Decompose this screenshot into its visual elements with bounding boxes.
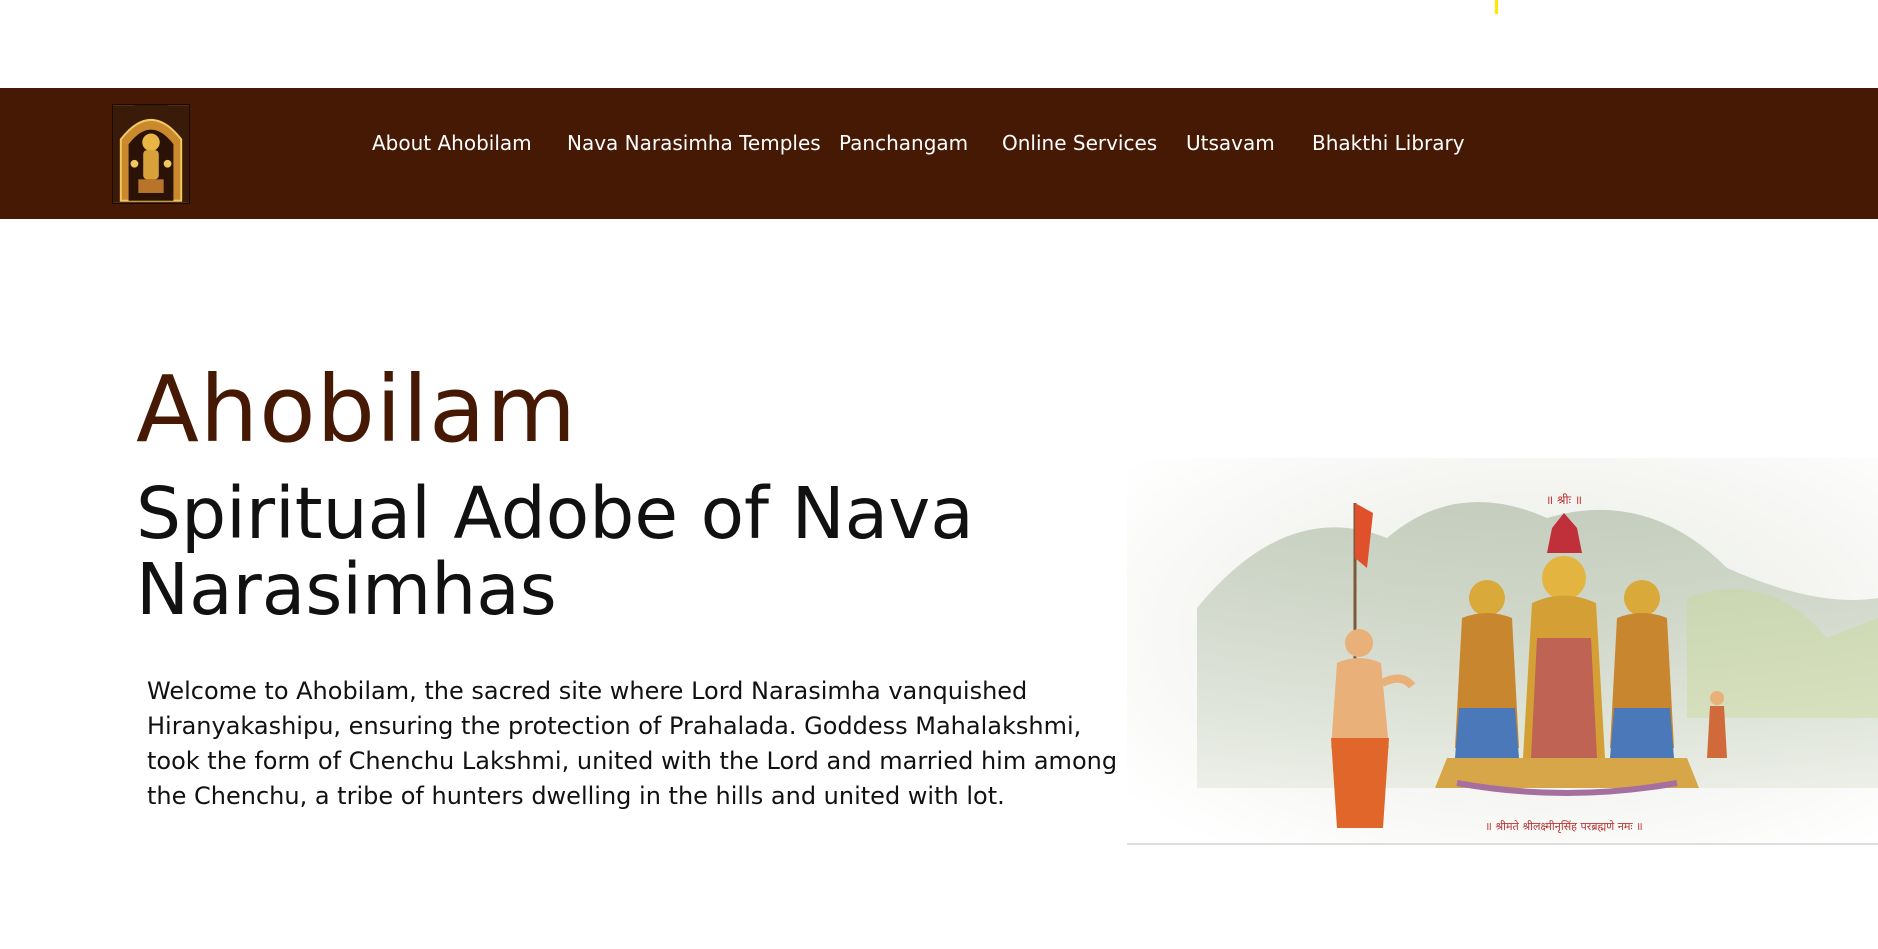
yellow-marker xyxy=(1495,0,1498,14)
nav-online-services[interactable]: Online Services xyxy=(1002,131,1157,155)
nav-nava-narasimha-temples[interactable]: Nava Narasimha Temples xyxy=(567,131,821,155)
image-caption-top: ॥ श्रीः ॥ xyxy=(1546,493,1582,507)
image-caption-bottom: ॥ श्रीमते श्रीलक्ष्मीनृसिंह परब्रह्मणे न… xyxy=(1485,820,1643,833)
hero-divider xyxy=(1127,843,1878,845)
top-whitespace xyxy=(0,0,1878,88)
nav-about-ahobilam[interactable]: About Ahobilam xyxy=(372,131,532,155)
page-subtitle: Spiritual Adobe of Nava Narasimhas xyxy=(136,472,974,631)
intro-paragraph: Welcome to Ahobilam, the sacred site whe… xyxy=(147,677,1118,810)
nav-utsavam[interactable]: Utsavam xyxy=(1186,131,1275,155)
nav-panchangam[interactable]: Panchangam xyxy=(839,131,968,155)
nav-bhakthi-library[interactable]: Bhakthi Library xyxy=(1312,131,1465,155)
site-logo[interactable] xyxy=(112,104,190,204)
page-title: Ahobilam xyxy=(136,356,578,463)
hero-image: ॥ श्रीः ॥ ॥ श्रीमते श्रीलक्ष्मीनृसिंह पर… xyxy=(1127,458,1878,845)
deity-logo-icon xyxy=(113,105,189,203)
deity-illustration: ॥ श्रीः ॥ ॥ श्रीमते श्रीलक्ष्मीनृसिंह पर… xyxy=(1127,458,1878,845)
